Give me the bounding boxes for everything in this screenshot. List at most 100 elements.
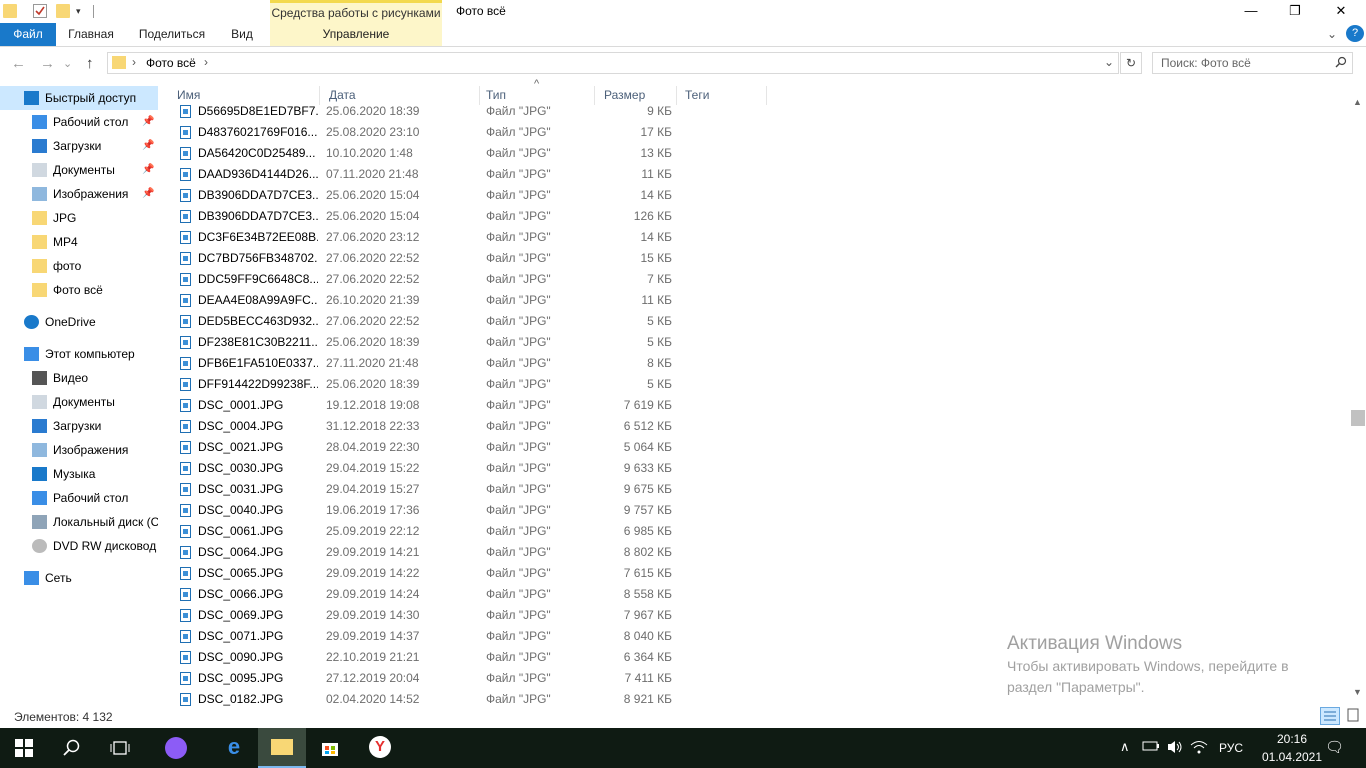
clock-date[interactable]: 01.04.2021 — [1252, 750, 1332, 764]
refresh-button[interactable]: ↻ — [1120, 52, 1142, 74]
picture-tools-tab[interactable]: Средства работы с рисунками — [270, 0, 442, 23]
tab-manage[interactable]: Управление — [270, 23, 442, 46]
maximize-button[interactable]: ❐ — [1272, 0, 1318, 23]
file-name: DC7BD756FB348702... — [198, 251, 318, 265]
file-row[interactable]: DF238E81C30B2211... 25.06.2020 18:39 Файл … — [168, 332, 768, 353]
scroll-up-icon[interactable]: ▲ — [1353, 97, 1362, 107]
nav-item[interactable]: Документы 📌 — [0, 158, 158, 182]
minimize-button[interactable]: — — [1228, 0, 1274, 23]
nav-item[interactable]: Этот компьютер — [0, 342, 158, 366]
file-row[interactable]: DSC_0040.JPG 19.06.2019 17:36 Файл "JPG" 9 … — [168, 500, 768, 521]
file-row[interactable]: DSC_0095.JPG 27.12.2019 20:04 Файл "JPG" 7 … — [168, 668, 768, 689]
nav-item[interactable]: Загрузки 📌 — [0, 134, 158, 158]
file-row[interactable]: DSC_0090.JPG 22.10.2019 21:21 Файл "JPG" 6 … — [168, 647, 768, 668]
battery-icon[interactable] — [1142, 739, 1160, 756]
scrollbar-thumb[interactable] — [1351, 410, 1365, 426]
tab-share[interactable]: Поделиться — [130, 23, 214, 46]
file-explorer-app-button[interactable] — [258, 728, 306, 768]
file-row[interactable]: DSC_0065.JPG 29.09.2019 14:22 Файл "JPG" 7 … — [168, 563, 768, 584]
file-row[interactable]: DSC_0182.JPG 02.04.2020 14:52 Файл "JPG" 8 … — [168, 689, 768, 706]
file-row[interactable]: DSC_0069.JPG 29.09.2019 14:30 Файл "JPG" 7 … — [168, 605, 768, 626]
file-row[interactable]: DC3F6E34B72EE08B... 27.06.2020 23:12 Файл … — [168, 227, 768, 248]
close-button[interactable]: ✕ — [1318, 0, 1364, 23]
clock-time[interactable]: 20:16 — [1262, 732, 1322, 746]
file-row[interactable]: DSC_0004.JPG 31.12.2018 22:33 Файл "JPG" 6 … — [168, 416, 768, 437]
nav-item[interactable]: Рабочий стол — [0, 486, 158, 510]
file-row[interactable]: DSC_0001.JPG 19.12.2018 19:08 Файл "JPG" 7 … — [168, 395, 768, 416]
nav-item[interactable]: DVD RW дисковод ( — [0, 534, 158, 558]
up-button[interactable]: ↑ — [86, 55, 94, 72]
file-row[interactable]: DSC_0031.JPG 29.04.2019 15:27 Файл "JPG" 9 … — [168, 479, 768, 500]
search-input[interactable]: Поиск: Фото всё — [1161, 56, 1251, 70]
file-row[interactable]: DED5BECC463D932... 27.06.2020 22:52 Файл "… — [168, 311, 768, 332]
file-name: DSC_0182.JPG — [198, 692, 284, 706]
breadcrumb-current[interactable]: Фото всё — [146, 56, 196, 70]
help-button[interactable]: ? — [1346, 25, 1364, 42]
nav-item[interactable]: Фото всё — [0, 278, 158, 302]
notification-center-button[interactable]: 🗨 — [1325, 738, 1344, 756]
nav-item[interactable]: Изображения — [0, 438, 158, 462]
forward-button[interactable]: → — [40, 55, 55, 72]
alice-app-button[interactable] — [152, 728, 200, 768]
nav-item[interactable]: Видео — [0, 366, 158, 390]
scroll-down-icon[interactable]: ▼ — [1353, 687, 1362, 697]
nav-item[interactable]: Изображения 📌 — [0, 182, 158, 206]
vertical-scrollbar[interactable]: ▲ ▼ — [1349, 97, 1366, 706]
file-row[interactable]: DFB6E1FA510E0337... 27.11.2020 21:48 Файл … — [168, 353, 768, 374]
new-folder-icon[interactable] — [56, 4, 70, 18]
file-row[interactable]: DA56420C0D25489... 10.10.2020 1:48 Файл "J… — [168, 143, 768, 164]
file-row[interactable]: D48376021769F016... 25.08.2020 23:10 Файл … — [168, 122, 768, 143]
file-row[interactable]: DFF914422D99238F... 25.06.2020 18:39 Файл … — [168, 374, 768, 395]
nav-item[interactable]: Загрузки — [0, 414, 158, 438]
edge-app-button[interactable]: e — [210, 728, 258, 768]
file-row[interactable]: DSC_0066.JPG 29.09.2019 14:24 Файл "JPG" 8 … — [168, 584, 768, 605]
nav-item[interactable]: Рабочий стол 📌 — [0, 110, 158, 134]
recent-locations-dropdown[interactable]: ⌄ — [63, 57, 72, 70]
tab-home[interactable]: Главная — [58, 23, 124, 46]
file-row[interactable]: DSC_0061.JPG 25.09.2019 22:12 Файл "JPG" 6 … — [168, 521, 768, 542]
file-row[interactable]: D56695D8E1ED7BF7... 25.06.2020 18:39 Файл … — [168, 101, 768, 122]
nav-item[interactable]: Локальный диск (С — [0, 510, 158, 534]
nav-item[interactable]: фото — [0, 254, 158, 278]
breadcrumb-separator[interactable]: › — [204, 55, 208, 69]
file-row[interactable]: DC7BD756FB348702... 27.06.2020 22:52 Файл … — [168, 248, 768, 269]
file-row[interactable]: DAAD936D4144D26... 07.11.2020 21:48 Файл "… — [168, 164, 768, 185]
file-row[interactable]: DSC_0030.JPG 29.04.2019 15:22 Файл "JPG" 9 … — [168, 458, 768, 479]
file-row[interactable]: DSC_0071.JPG 29.09.2019 14:37 Файл "JPG" 8 … — [168, 626, 768, 647]
nav-item[interactable]: MP4 — [0, 230, 158, 254]
language-indicator[interactable]: РУС — [1219, 741, 1243, 755]
nav-item[interactable]: Музыка — [0, 462, 158, 486]
nav-item[interactable]: OneDrive — [0, 310, 158, 334]
tray-overflow-button[interactable]: ∧ — [1120, 739, 1130, 755]
store-app-button[interactable] — [306, 728, 354, 768]
nav-item[interactable]: Документы — [0, 390, 158, 414]
properties-icon[interactable] — [33, 4, 47, 18]
file-row[interactable]: DB3906DDA7D7CE3... 25.06.2020 15:04 Файл "… — [168, 185, 768, 206]
yandex-app-button[interactable]: Y — [356, 728, 404, 768]
search-button[interactable] — [48, 728, 96, 768]
large-icons-view-button[interactable] — [1344, 707, 1364, 725]
expand-ribbon-button[interactable]: ⌄ — [1322, 23, 1342, 46]
search-icon — [63, 739, 80, 756]
address-dropdown-icon[interactable]: ⌄ — [1104, 55, 1114, 69]
tab-view[interactable]: Вид — [222, 23, 262, 46]
wifi-icon[interactable] — [1190, 739, 1208, 758]
nav-item[interactable]: Быстрый доступ — [0, 86, 158, 110]
file-row[interactable]: DSC_0064.JPG 29.09.2019 14:21 Файл "JPG" 8 … — [168, 542, 768, 563]
search-box[interactable]: Поиск: Фото всё — [1152, 52, 1353, 74]
address-bar[interactable]: › Фото всё › ⌄ — [107, 52, 1119, 74]
start-button[interactable] — [0, 728, 48, 768]
nav-item[interactable]: Сеть — [0, 566, 158, 590]
nav-item[interactable]: JPG — [0, 206, 158, 230]
back-button[interactable]: ← — [11, 55, 26, 72]
file-row[interactable]: DDC59FF9C6648C8... 27.06.2020 22:52 Файл "… — [168, 269, 768, 290]
task-view-button[interactable] — [96, 728, 144, 768]
tab-file[interactable]: Файл — [0, 23, 56, 46]
file-row[interactable]: DB3906DDA7D7CE3... 25.06.2020 15:04 Файл "… — [168, 206, 768, 227]
details-view-button[interactable] — [1320, 707, 1340, 725]
volume-icon[interactable] — [1166, 739, 1184, 758]
file-row[interactable]: DEAA4E08A99A9FC... 26.10.2020 21:39 Файл "… — [168, 290, 768, 311]
quick-access-dropdown-icon[interactable]: ▾ — [76, 4, 90, 18]
breadcrumb-separator[interactable]: › — [132, 55, 136, 69]
file-row[interactable]: DSC_0021.JPG 28.04.2019 22:30 Файл "JPG" 5 … — [168, 437, 768, 458]
